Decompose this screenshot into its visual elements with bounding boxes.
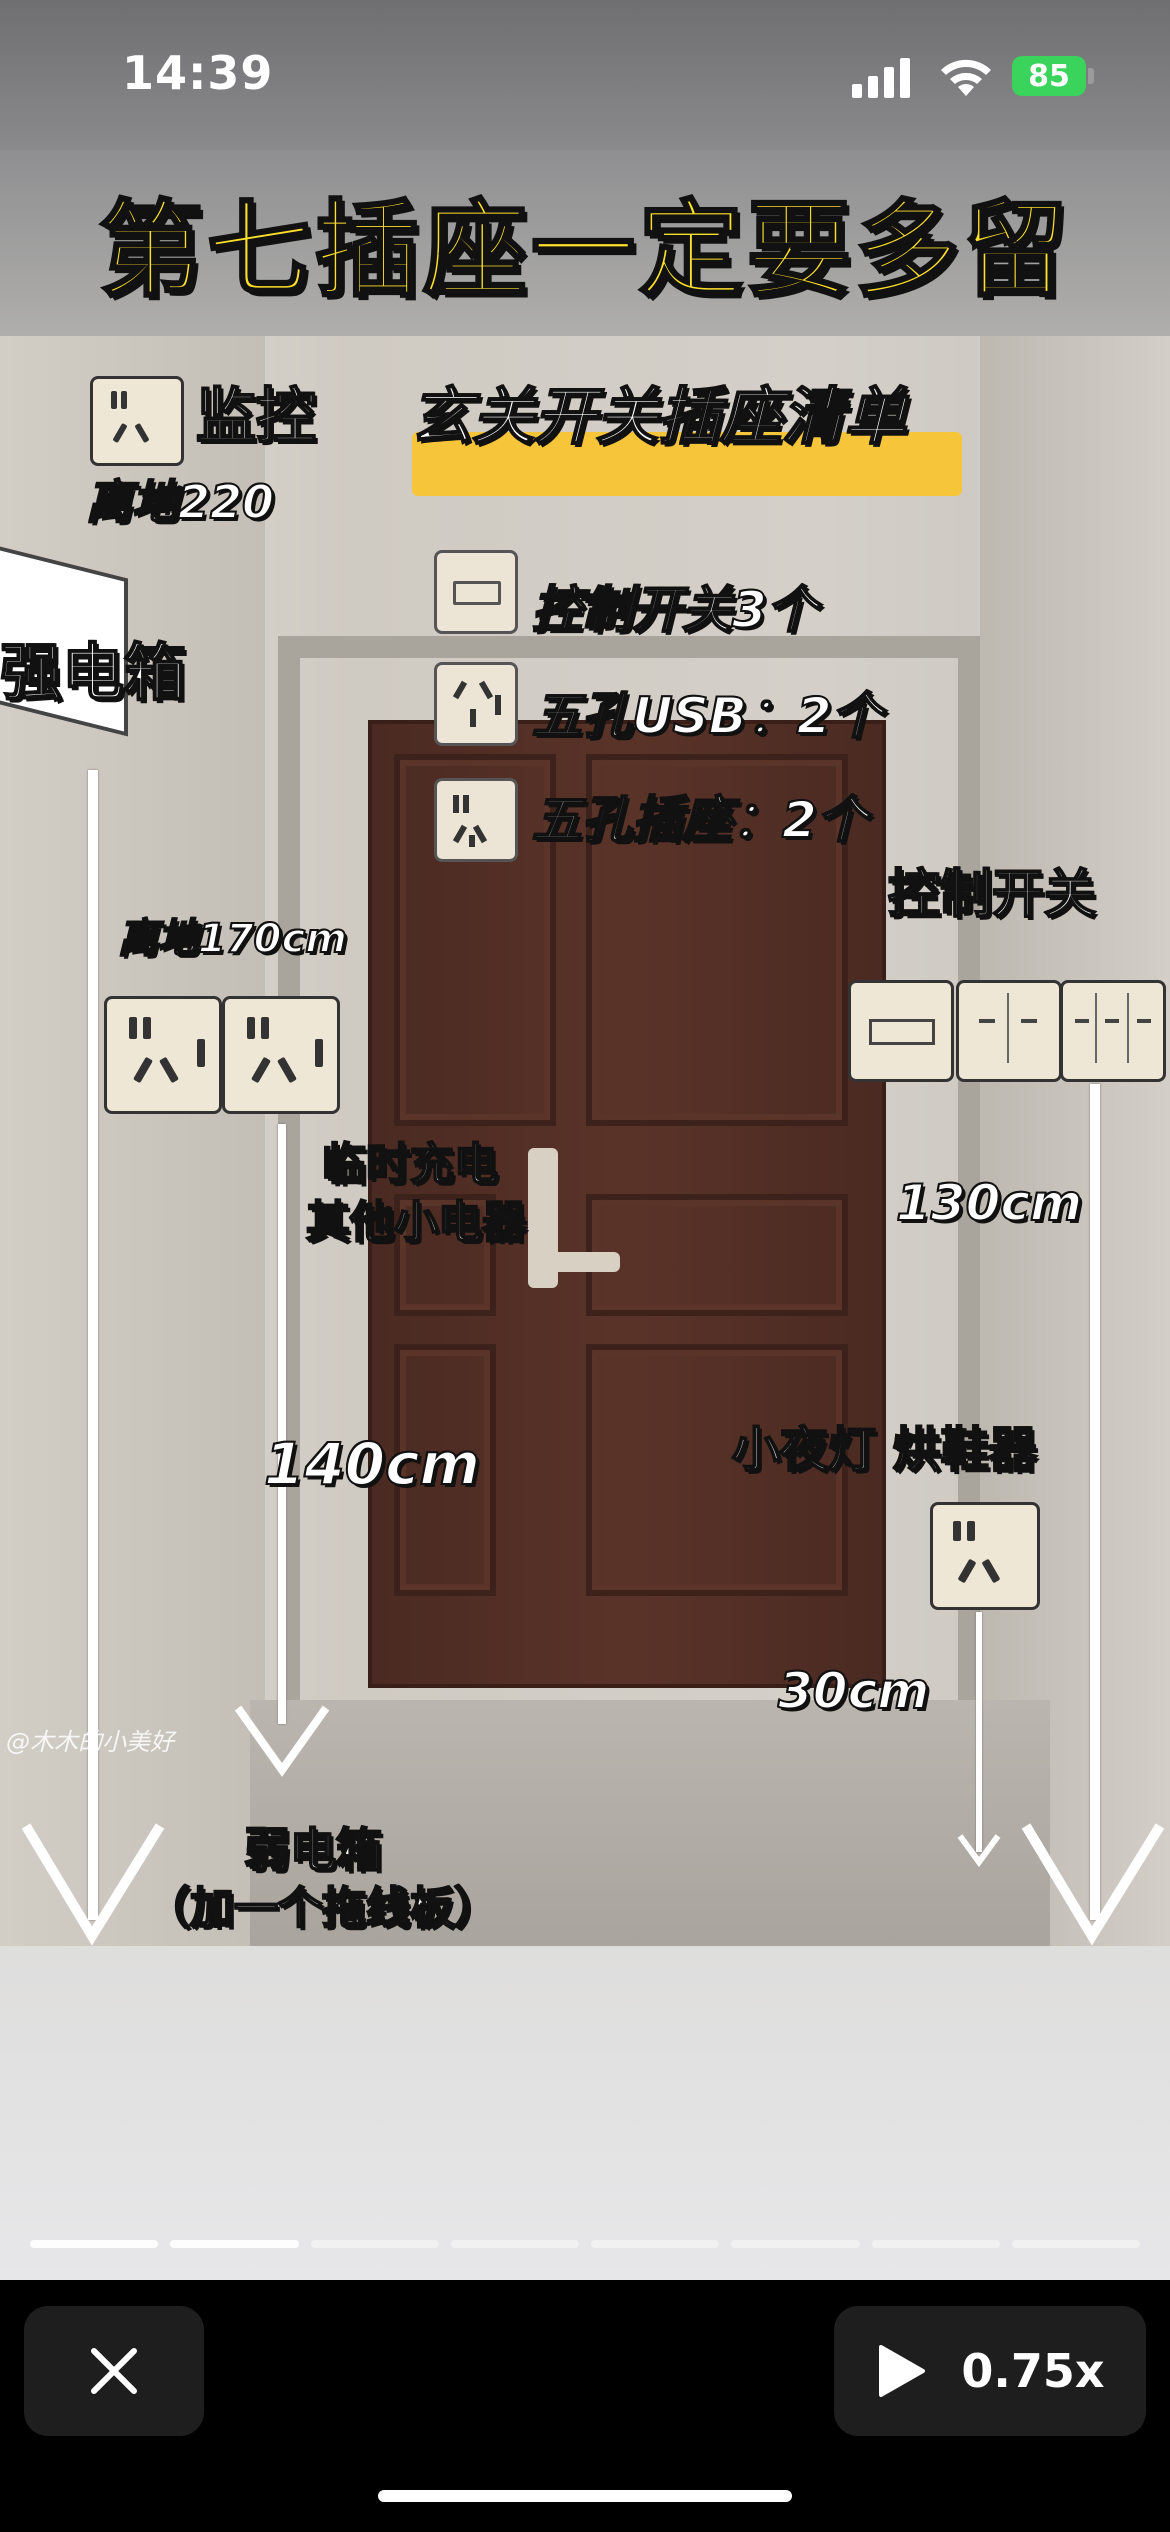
far-right-arrow-head bbox=[1021, 1823, 1165, 1946]
strong-box-label: 强电箱 bbox=[0, 635, 187, 710]
door-panel bbox=[586, 1194, 848, 1316]
playback-speed: 0.75x bbox=[961, 2344, 1105, 2398]
left-arrow-head bbox=[234, 1705, 330, 1777]
list-item-outlet: 五孔插座：2个 bbox=[531, 790, 868, 850]
progress-segment bbox=[310, 2240, 439, 2248]
status-time: 14:39 bbox=[122, 46, 274, 100]
list-item-switch: 控制开关3个 bbox=[531, 580, 818, 640]
progress-segment bbox=[1011, 2240, 1140, 2248]
home-indicator[interactable] bbox=[378, 2490, 792, 2502]
temp-charge-label: 临时充电 bbox=[321, 1138, 499, 1191]
door-handle-bar bbox=[528, 1252, 620, 1272]
play-speed-button[interactable]: 0.75x bbox=[834, 2306, 1146, 2436]
far-right-arrow-line bbox=[1090, 1084, 1100, 1920]
progress-segment bbox=[871, 2240, 1000, 2248]
list-title: 玄关开关插座清单 bbox=[409, 379, 907, 454]
switch-icon bbox=[434, 550, 518, 634]
progress-segment bbox=[731, 2240, 860, 2248]
monitor-label: 监控 bbox=[195, 381, 317, 453]
usb-outlet-icon bbox=[434, 662, 518, 746]
battery-tip bbox=[1088, 68, 1094, 84]
small-appliance-label: 其他小电器 bbox=[305, 1196, 527, 1249]
single-switch-icon bbox=[848, 980, 954, 1082]
monitor-height-label: 离地220 bbox=[85, 474, 275, 530]
cellular-signal-icon bbox=[852, 58, 910, 98]
low-outlet-arrow-line bbox=[976, 1612, 982, 1852]
left-arrow-line bbox=[278, 1124, 286, 1724]
video-header-title: 第七插座一定要多留 bbox=[97, 188, 1071, 313]
wifi-icon bbox=[941, 59, 991, 96]
outlet-icon bbox=[434, 778, 518, 862]
progress-segment bbox=[30, 2240, 159, 2248]
monitor-outlet-icon bbox=[90, 376, 184, 466]
low-outlet-icon bbox=[930, 1502, 1040, 1610]
right-height-label: 130cm bbox=[895, 1173, 1083, 1233]
weak-box-label: 弱电箱 bbox=[243, 1822, 383, 1878]
list-item-usb: 五孔USB：2个 bbox=[531, 686, 883, 746]
double-switch-icon bbox=[956, 980, 1062, 1082]
triple-switch-icon bbox=[1060, 980, 1166, 1082]
close-button[interactable] bbox=[24, 2306, 204, 2436]
close-icon bbox=[91, 2348, 137, 2394]
left-outlet-icon bbox=[222, 996, 340, 1114]
progress-segment bbox=[450, 2240, 579, 2248]
night-light-label: 小夜灯 烘鞋器 bbox=[731, 1421, 1038, 1479]
story-progress bbox=[30, 2240, 1140, 2248]
left-outlet-icon bbox=[104, 996, 222, 1114]
play-icon bbox=[879, 2345, 926, 2397]
control-switch-label: 控制开关 bbox=[887, 864, 1097, 926]
left-height-label: 离地170cm bbox=[117, 915, 348, 963]
progress-segment bbox=[170, 2240, 299, 2248]
left-arrow-length-label: 140cm bbox=[263, 1429, 481, 1499]
weak-box-note: （加一个拖线板） bbox=[145, 1882, 499, 1935]
progress-segment bbox=[591, 2240, 720, 2248]
watermark: @木木的小美好 bbox=[6, 1728, 174, 1756]
battery-indicator: 85 bbox=[1012, 56, 1086, 96]
battery-level: 85 bbox=[1028, 58, 1070, 94]
low-outlet-arrow-head bbox=[957, 1834, 1001, 1868]
low-outlet-height-label: 30cm bbox=[777, 1661, 930, 1721]
